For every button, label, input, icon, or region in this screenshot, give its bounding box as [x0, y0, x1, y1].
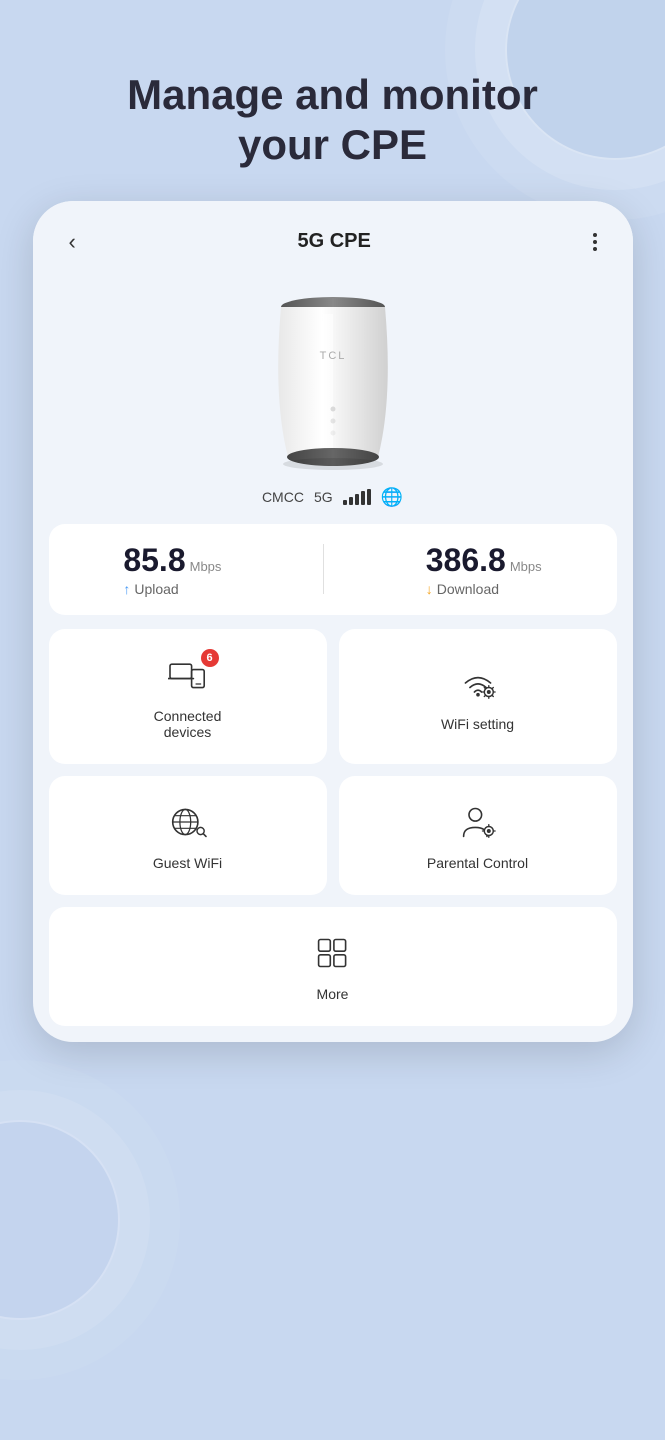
speed-card: 85.8 Mbps ↑ Upload 386.8 Mbps ↓ Download [49, 524, 617, 615]
wifi-setting-button[interactable]: WiFi setting [339, 629, 617, 764]
more-icon [313, 935, 353, 971]
download-label-row: ↓ Download [426, 581, 499, 597]
guest-wifi-icon [168, 804, 208, 840]
upload-label: Upload [134, 581, 178, 597]
menu-grid: 6 Connecteddevices [33, 629, 633, 1042]
upload-speed: 85.8 Mbps ↑ Upload [123, 542, 221, 597]
bg-decoration-bottom [0, 1120, 120, 1320]
guest-wifi-icon-wrap [163, 800, 213, 845]
card-header: ‹ 5G CPE [33, 201, 633, 269]
bar-4 [361, 491, 365, 505]
bar-2 [349, 497, 353, 505]
wifi-setting-icon-wrap [453, 661, 503, 706]
upload-label-row: ↑ Upload [123, 581, 178, 597]
bar-1 [343, 500, 347, 505]
guest-wifi-button[interactable]: Guest WiFi [49, 776, 327, 895]
signal-area: CMCC 5G 🌐 [262, 487, 403, 508]
svg-text:TCL: TCL [319, 350, 346, 362]
more-icon-wrap [308, 931, 358, 976]
dot-1 [593, 233, 597, 237]
guest-wifi-label: Guest WiFi [153, 855, 222, 871]
carrier-name: CMCC [262, 489, 304, 505]
more-menu-button[interactable] [585, 229, 605, 255]
upload-number: 85.8 [123, 542, 185, 579]
dot-3 [593, 247, 597, 251]
router-image: TCL [243, 279, 423, 479]
more-button[interactable]: More [49, 907, 617, 1026]
more-label: More [317, 986, 349, 1002]
globe-icon: 🌐 [381, 487, 403, 508]
connected-devices-badge: 6 [201, 649, 219, 667]
download-value-row: 386.8 Mbps [426, 542, 542, 579]
download-arrow-icon: ↓ [426, 581, 433, 597]
download-number: 386.8 [426, 542, 506, 579]
card-title: 5G CPE [297, 230, 370, 253]
upload-value-row: 85.8 Mbps [123, 542, 221, 579]
download-speed: 386.8 Mbps ↓ Download [426, 542, 542, 597]
signal-bars [343, 489, 371, 505]
parental-control-label: Parental Control [427, 855, 528, 871]
page-title-area: Manage and monitor your CPE [87, 0, 578, 201]
parental-control-icon-wrap [453, 800, 503, 845]
wifi-setting-icon [458, 665, 498, 701]
bar-3 [355, 494, 359, 505]
connected-devices-label: Connecteddevices [154, 708, 222, 740]
download-unit: Mbps [510, 559, 542, 574]
bar-5 [367, 489, 371, 505]
upload-arrow-icon: ↑ [123, 581, 130, 597]
network-type: 5G [314, 489, 333, 505]
phone-card: ‹ 5G CPE [33, 201, 633, 1042]
wifi-setting-label: WiFi setting [441, 716, 514, 732]
parental-control-icon [458, 804, 498, 840]
speed-divider [323, 544, 324, 594]
router-area: TCL CMCC 5G 🌐 [33, 269, 633, 524]
download-label: Download [437, 581, 499, 597]
connected-devices-icon-wrap: 6 [163, 653, 213, 698]
connected-devices-button[interactable]: 6 Connecteddevices [49, 629, 327, 764]
upload-unit: Mbps [190, 559, 222, 574]
parental-control-button[interactable]: Parental Control [339, 776, 617, 895]
page-main-title: Manage and monitor your CPE [127, 70, 538, 171]
dot-2 [593, 240, 597, 244]
back-button[interactable]: ‹ [61, 225, 84, 259]
